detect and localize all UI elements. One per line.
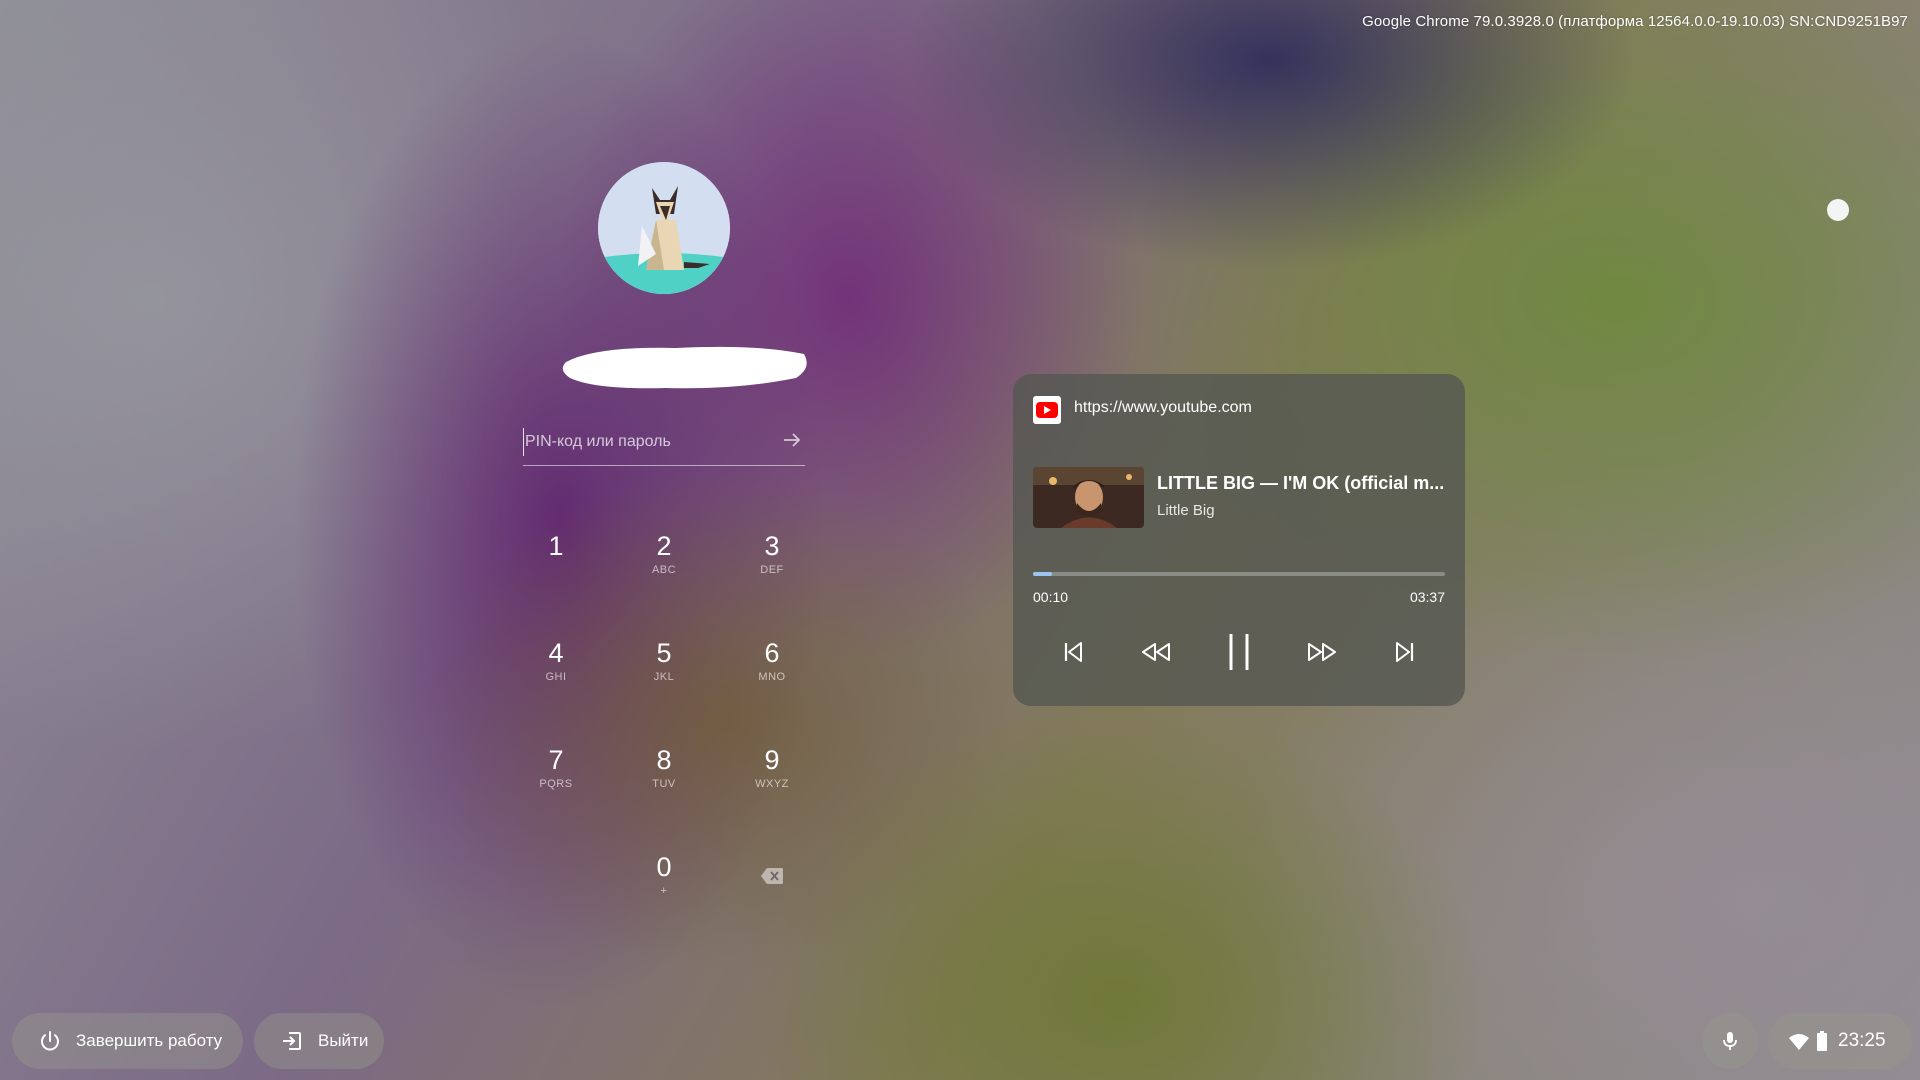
status-tray[interactable]: 23:25	[1768, 1013, 1912, 1069]
rewind-button[interactable]	[1136, 632, 1176, 672]
previous-track-icon	[1064, 642, 1082, 662]
keypad-backspace-button[interactable]	[732, 841, 812, 915]
keypad-key-3[interactable]: 3 DEF	[732, 520, 812, 594]
key-digit: 3	[764, 531, 780, 561]
system-version-label: Google Chrome 79.0.3928.0 (платформа 125…	[1362, 13, 1908, 30]
power-icon	[41, 1031, 59, 1051]
key-letters: TUV	[652, 778, 676, 790]
media-source-url: https://www.youtube.com	[1074, 399, 1252, 416]
media-controls-card: https://www.youtube.com LITTLE BIG — I'M…	[1013, 374, 1465, 706]
key-letters: MNO	[758, 671, 786, 683]
video-thumbnail	[1033, 467, 1144, 528]
keypad-key-5[interactable]: 5 JKL	[624, 627, 704, 701]
pin-password-input[interactable]	[523, 428, 767, 456]
key-digit: 7	[548, 745, 564, 775]
youtube-icon	[1033, 396, 1061, 424]
media-total-time: 03:37	[1409, 589, 1445, 605]
keypad-key-9[interactable]: 9 WXYZ	[732, 734, 812, 808]
backspace-icon	[761, 868, 783, 884]
rewind-icon	[1142, 643, 1170, 661]
key-letters: ABC	[651, 564, 677, 576]
keypad-key-2[interactable]: 2 ABC	[624, 520, 704, 594]
key-digit: 1	[548, 531, 564, 561]
key-letters: DEF	[760, 564, 784, 576]
password-field	[523, 420, 805, 466]
cat-avatar-icon	[598, 162, 730, 294]
keypad-key-4[interactable]: 4 GHI	[516, 627, 596, 701]
microphone-button[interactable]	[1702, 1013, 1758, 1069]
media-track-artist: Little Big	[1157, 502, 1215, 519]
keypad-key-6[interactable]: 6 MNO	[732, 627, 812, 701]
key-digit: 6	[764, 638, 780, 668]
shutdown-button[interactable]: Завершить работу	[12, 1013, 243, 1069]
key-letters: JKL	[653, 671, 675, 683]
clock: 23:25	[1838, 1030, 1886, 1051]
keypad-key-8[interactable]: 8 TUV	[624, 734, 704, 808]
key-digit: 8	[656, 745, 672, 775]
key-letters: PQRS	[539, 778, 573, 790]
next-track-button[interactable]	[1385, 632, 1425, 672]
arrow-right-icon	[784, 433, 801, 447]
key-digit: 9	[764, 745, 780, 775]
keypad-key-1[interactable]: 1	[516, 520, 596, 594]
wifi-icon	[1789, 1034, 1809, 1050]
media-track-title: LITTLE BIG — I'M OK (official m...	[1157, 473, 1445, 493]
next-track-icon	[1396, 642, 1414, 662]
key-letters: WXYZ	[755, 778, 789, 790]
sign-out-label: Выйти	[318, 1031, 369, 1050]
keypad-key-7[interactable]: 7 PQRS	[516, 734, 596, 808]
submit-arrow-button[interactable]	[781, 429, 803, 451]
shutdown-label: Завершить работу	[76, 1031, 223, 1050]
user-avatar[interactable]	[598, 162, 730, 294]
username-redacted	[556, 338, 812, 394]
sign-out-button[interactable]: Выйти	[254, 1013, 384, 1069]
key-digit: 5	[656, 638, 672, 668]
previous-track-button[interactable]	[1053, 632, 1093, 672]
key-digit: 0	[656, 852, 672, 882]
battery-icon	[1817, 1031, 1827, 1051]
key-digit: 4	[548, 638, 564, 668]
mouse-cursor-dot	[1827, 199, 1849, 221]
pause-button[interactable]	[1219, 632, 1259, 672]
media-elapsed-time: 00:10	[1033, 589, 1069, 605]
sign-out-icon	[283, 1032, 301, 1050]
media-progress-bar[interactable]	[1033, 572, 1445, 576]
fast-forward-button[interactable]	[1302, 632, 1342, 672]
media-progress-fill	[1033, 572, 1052, 576]
pause-icon	[1229, 634, 1249, 670]
keypad-key-0[interactable]: 0 +	[624, 841, 704, 915]
key-digit: 2	[656, 531, 672, 561]
fast-forward-icon	[1308, 643, 1336, 661]
key-letters: +	[660, 885, 668, 897]
microphone-icon	[1723, 1032, 1737, 1050]
key-letters: GHI	[545, 671, 567, 683]
